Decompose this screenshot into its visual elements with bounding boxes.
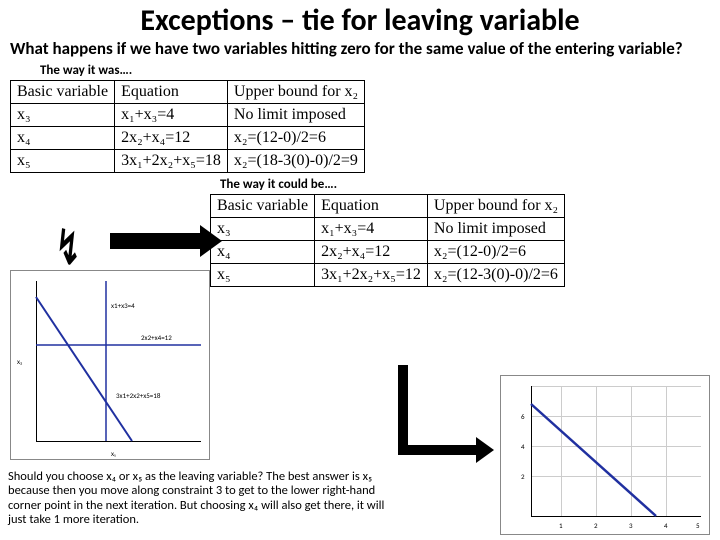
- table-row: Basic variable Equation Upper bound for …: [211, 194, 565, 217]
- th-equation: Equation: [115, 80, 228, 103]
- table-original: Basic variable Equation Upper bound for …: [10, 80, 365, 173]
- graph-label: 3x1+2x2+x5=18: [116, 391, 160, 400]
- table-row: x₄2x₂+x₄=12x₂=(12-0)/2=6: [211, 240, 565, 263]
- feasible-region-graph-original: x1+x3=4 2x2+x4=12 3x1+2x2+x5=18 x₂ x₁: [10, 270, 210, 460]
- chart-lines-icon: [501, 376, 711, 536]
- table-row: x₃x₁+x₃=4No limit imposed: [11, 103, 365, 126]
- table-row: Basic variable Equation Upper bound for …: [11, 80, 365, 103]
- graph-label: 2x2+x4=12: [141, 333, 172, 342]
- conclusion-text: Should you choose x₄ or x₅ as the leavin…: [8, 470, 388, 528]
- axis-label: x₂: [17, 357, 22, 366]
- table-modified: Basic variable Equation Upper bound for …: [210, 194, 565, 287]
- th-basic: Basic variable: [11, 80, 115, 103]
- table-row: x₄2x₂+x₄=12x₂=(12-0)/2=6: [11, 126, 365, 149]
- page-subtitle: What happens if we have two variables hi…: [0, 39, 720, 61]
- table-row: x₃x₁+x₃=4No limit imposed: [211, 217, 565, 240]
- table-row: x₅3x₁+2x₂+x₅=12x₂=(12-3(0)-0)/2=6: [211, 263, 565, 286]
- page-title: Exceptions – tie for leaving variable: [0, 0, 720, 39]
- chart-lines-icon: [11, 271, 211, 461]
- caption-was: The way it was….: [40, 63, 720, 78]
- arrow-right-icon: [110, 225, 222, 257]
- axis-label: x₁: [111, 449, 116, 458]
- table-row: x₅3x₁+2x₂+x₅=18x₂=(18-3(0)-0)/2=9: [11, 149, 365, 172]
- caption-could: The way it could be….: [220, 177, 720, 192]
- elbow-arrow-icon: [398, 365, 488, 465]
- feasible-region-graph-modified: 1 2 3 4 5 2 4 6: [500, 375, 710, 535]
- graph-label: x1+x3=4: [111, 301, 135, 310]
- th-upper: Upper bound for x₂: [227, 80, 364, 103]
- lightning-icon: ↯: [56, 218, 80, 277]
